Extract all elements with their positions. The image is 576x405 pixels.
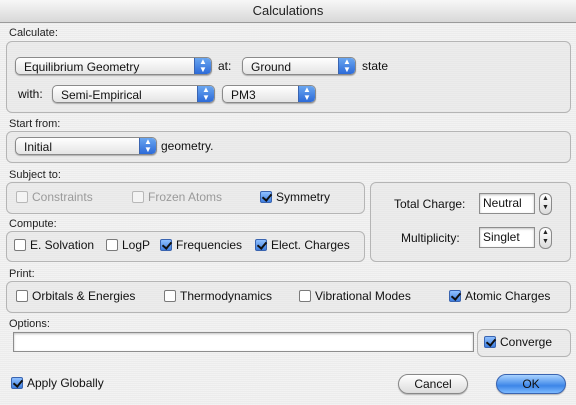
window-title: Calculations <box>0 0 576 23</box>
method-popup[interactable]: Equilibrium Geometry ▲ ▼ <box>15 57 212 75</box>
checkbox-icon <box>299 290 311 302</box>
total-charge-field[interactable]: Neutral <box>479 193 535 214</box>
geometry-suffix: geometry. <box>161 139 214 153</box>
popup-arrows-icon: ▲ ▼ <box>298 86 315 102</box>
ok-button[interactable]: OK <box>496 374 566 394</box>
atomic-charges-checkbox[interactable]: Atomic Charges <box>449 288 550 304</box>
e-solvation-checkbox[interactable]: E. Solvation <box>14 237 94 253</box>
model-popup[interactable]: Semi-Empirical ▲ ▼ <box>52 85 215 103</box>
multiplicity-stepper[interactable]: ▲ ▼ <box>539 227 552 249</box>
options-label: Options: <box>9 318 50 330</box>
checkmark-icon <box>160 239 172 251</box>
checkbox-icon <box>16 191 28 203</box>
total-charge-stepper[interactable]: ▲ ▼ <box>539 193 552 215</box>
start-geometry-value: Initial <box>24 140 53 154</box>
checkbox-icon <box>16 290 28 302</box>
checkmark-icon <box>484 336 496 348</box>
popup-arrows-icon: ▲ ▼ <box>197 86 214 102</box>
total-charge-label: Total Charge: <box>394 197 466 211</box>
at-label: at: <box>218 59 232 73</box>
checkbox-icon <box>106 239 118 251</box>
converge-checkbox[interactable]: Converge <box>484 334 552 350</box>
thermodynamics-checkbox[interactable]: Thermodynamics <box>164 288 272 304</box>
popup-arrows-icon: ▲ ▼ <box>194 58 211 74</box>
elect-charges-checkbox[interactable]: Elect. Charges <box>255 237 350 253</box>
options-input[interactable] <box>13 332 474 352</box>
apply-globally-checkbox[interactable]: Apply Globally <box>11 375 104 391</box>
popup-arrows-icon: ▲ ▼ <box>139 138 156 154</box>
orbitals-energies-checkbox[interactable]: Orbitals & Energies <box>16 288 135 304</box>
calculate-label: Calculate: <box>9 27 58 39</box>
subject-to-label: Subject to: <box>9 169 61 181</box>
checkbox-icon <box>164 290 176 302</box>
method-value: Equilibrium Geometry <box>24 60 140 74</box>
frozen-atoms-checkbox[interactable]: Frozen Atoms <box>132 189 222 205</box>
checkmark-icon <box>255 239 267 251</box>
logp-checkbox[interactable]: LogP <box>106 237 150 253</box>
checkbox-icon <box>132 191 144 203</box>
with-label: with: <box>18 87 43 101</box>
constraints-checkbox[interactable]: Constraints <box>16 189 93 205</box>
state-value: Ground <box>251 60 292 74</box>
state-popup[interactable]: Ground ▲ ▼ <box>242 57 356 75</box>
frequencies-checkbox[interactable]: Frequencies <box>160 237 242 253</box>
basis-popup[interactable]: PM3 ▲ ▼ <box>222 85 316 103</box>
print-label: Print: <box>9 268 35 280</box>
multiplicity-label: Multiplicity: <box>401 231 460 245</box>
checkmark-icon <box>260 191 272 203</box>
checkmark-icon <box>11 377 23 389</box>
start-from-label: Start from: <box>9 118 61 130</box>
popup-arrows-icon: ▲ ▼ <box>338 58 355 74</box>
basis-value: PM3 <box>231 88 256 102</box>
start-geometry-popup[interactable]: Initial ▲ ▼ <box>15 137 157 155</box>
symmetry-checkbox[interactable]: Symmetry <box>260 189 330 205</box>
compute-label: Compute: <box>9 218 57 230</box>
checkbox-icon <box>14 239 26 251</box>
checkmark-icon <box>449 290 461 302</box>
cancel-button[interactable]: Cancel <box>398 374 468 394</box>
state-label: state <box>362 59 389 73</box>
model-value: Semi-Empirical <box>61 88 142 102</box>
vibrational-modes-checkbox[interactable]: Vibrational Modes <box>299 288 411 304</box>
multiplicity-field[interactable]: Singlet <box>479 227 535 248</box>
